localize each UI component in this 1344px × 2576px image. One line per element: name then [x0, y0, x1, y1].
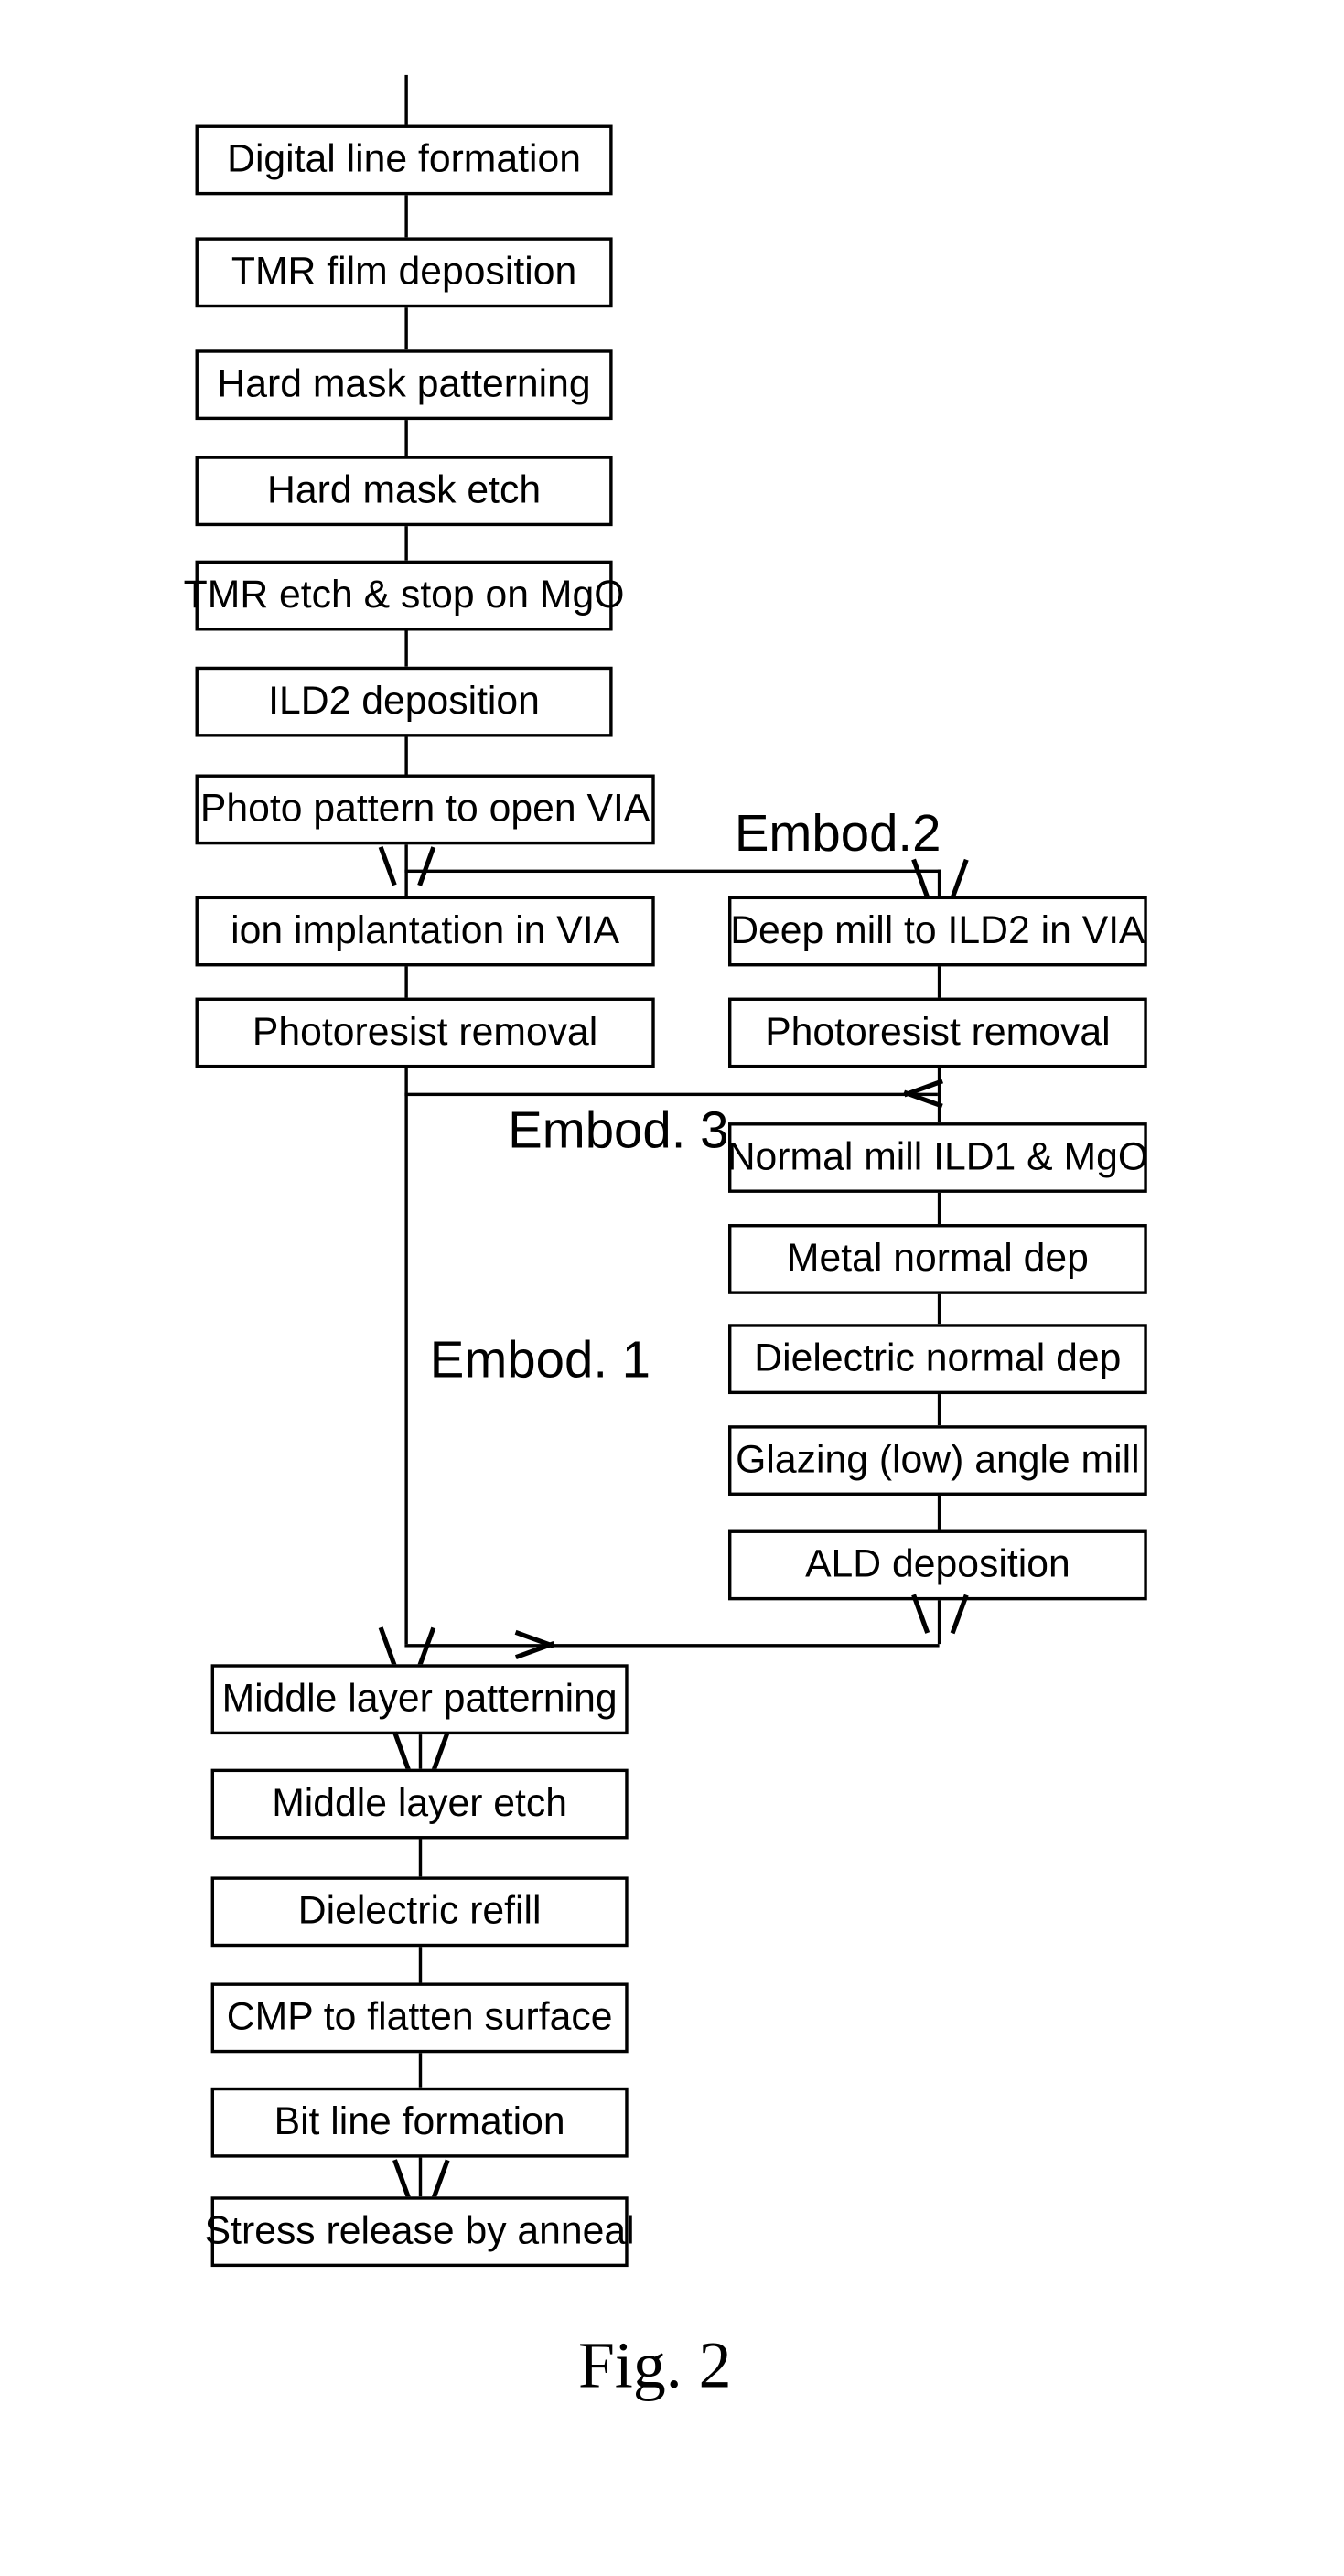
connector-merged-4 — [418, 2053, 423, 2088]
node-label: Deep mill to ILD2 in VIA — [730, 907, 1145, 952]
node-dielectric-refill: Dielectric refill — [210, 1876, 629, 1948]
node-bit-line-formation: Bit line formation — [210, 2087, 629, 2158]
node-label: Photoresist removal — [765, 1009, 1111, 1054]
node-label: Normal mill ILD1 & MgO — [726, 1134, 1149, 1179]
node-middle-layer-etch: Middle layer etch — [210, 1768, 629, 1840]
label-embod3: Embod. 3 — [508, 1100, 729, 1159]
node-ild2-deposition: ILD2 deposition — [195, 666, 613, 737]
label-embod2: Embod.2 — [734, 803, 941, 863]
figure-canvas: Digital line formation TMR film depositi… — [0, 0, 1344, 2576]
node-label: Hard mask patterning — [217, 361, 591, 406]
entry-connector — [404, 74, 408, 125]
node-label: TMR etch & stop on MgO — [183, 572, 625, 617]
connector-merged-3 — [418, 1947, 423, 1983]
node-photoresist-removal-left: Photoresist removal — [195, 997, 655, 1068]
node-ald-deposition: ALD deposition — [727, 1530, 1147, 1601]
node-label: CMP to flatten surface — [226, 1994, 613, 2039]
node-label: Photoresist removal — [252, 1009, 598, 1054]
connector-1 — [404, 195, 408, 238]
node-label: Metal normal dep — [786, 1236, 1089, 1281]
node-photo-pattern-open-via: Photo pattern to open VIA — [195, 774, 655, 845]
branch-embod2-horizontal — [404, 869, 941, 874]
node-label: ion implantation in VIA — [231, 907, 620, 952]
connector-5 — [404, 630, 408, 667]
node-ion-implantation-in-via: ion implantation in VIA — [195, 896, 655, 967]
connector-right-2 — [937, 1068, 941, 1123]
trunk-embod1 — [404, 1068, 408, 1645]
connector-2 — [404, 307, 408, 350]
node-glazing-low-angle-mill: Glazing (low) angle mill — [727, 1425, 1147, 1496]
node-label: Dielectric refill — [297, 1888, 542, 1933]
node-label: TMR film deposition — [231, 249, 577, 294]
node-middle-layer-patterning: Middle layer patterning — [210, 1664, 629, 1735]
connector-right-5 — [937, 1394, 941, 1426]
node-digital-line-formation: Digital line formation — [195, 124, 613, 196]
connector-left-1 — [404, 966, 408, 998]
connector-right-3 — [937, 1192, 941, 1225]
node-cmp-to-flatten-surface: CMP to flatten surface — [210, 1982, 629, 2054]
node-label: Digital line formation — [227, 136, 582, 181]
node-label: Dielectric normal dep — [754, 1336, 1122, 1380]
node-label: Stress release by anneal — [204, 2208, 635, 2253]
node-photoresist-removal-right: Photoresist removal — [727, 997, 1147, 1068]
connector-right-1 — [937, 966, 941, 998]
figure-caption: Fig. 2 — [578, 2331, 732, 2403]
node-normal-mill-ild1-mgo: Normal mill ILD1 & MgO — [726, 1122, 1149, 1193]
connector-right-4 — [937, 1293, 941, 1325]
node-label: Middle layer patterning — [221, 1676, 618, 1721]
branch-embod2-drop — [937, 869, 941, 896]
node-hard-mask-etch: Hard mask etch — [195, 456, 613, 527]
node-label: Bit line formation — [274, 2099, 565, 2143]
merge-horizontal — [404, 1644, 940, 1648]
connector-merged-1 — [418, 1734, 423, 1769]
node-label: Hard mask etch — [267, 467, 542, 512]
node-label: Photo pattern to open VIA — [199, 786, 650, 831]
connector-merged-5 — [418, 2157, 423, 2197]
node-dielectric-normal-dep: Dielectric normal dep — [727, 1324, 1147, 1395]
node-metal-normal-dep: Metal normal dep — [727, 1224, 1147, 1294]
node-label: Middle layer etch — [272, 1780, 568, 1825]
node-stress-release-by-anneal: Stress release by anneal — [205, 2196, 635, 2268]
node-hard-mask-patterning: Hard mask patterning — [195, 349, 613, 421]
connector-4 — [404, 526, 408, 561]
node-deep-mill-to-ild2-in-via: Deep mill to ILD2 in VIA — [727, 896, 1147, 967]
connector-3 — [404, 420, 408, 456]
branch-embod3-horizontal — [404, 1092, 938, 1097]
node-label: ALD deposition — [805, 1541, 1070, 1586]
connector-right-merge-drop — [937, 1600, 941, 1645]
connector-6 — [404, 736, 408, 775]
node-label: Glazing (low) angle mill — [736, 1437, 1140, 1482]
node-label: ILD2 deposition — [268, 678, 540, 723]
node-tmr-film-deposition: TMR film deposition — [195, 237, 613, 308]
connector-merged-2 — [418, 1839, 423, 1877]
node-tmr-etch-stop-mgo: TMR etch & stop on MgO — [184, 560, 624, 631]
connector-right-6 — [937, 1495, 941, 1530]
label-embod1: Embod. 1 — [429, 1330, 651, 1389]
